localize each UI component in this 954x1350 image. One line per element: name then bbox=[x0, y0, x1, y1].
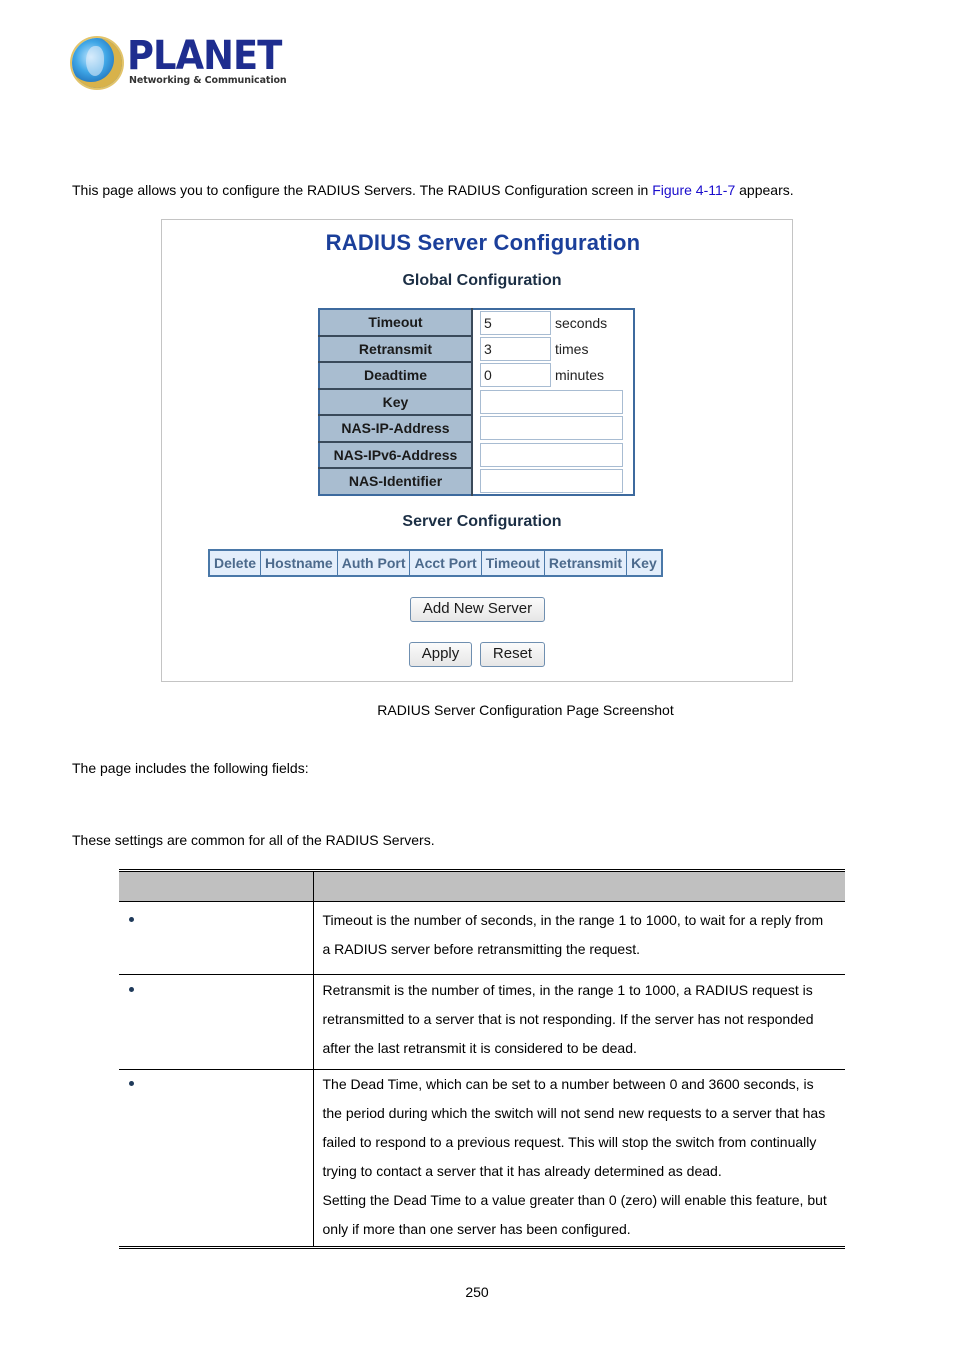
col-hostname: Hostname bbox=[260, 549, 338, 577]
timeout-unit: seconds bbox=[555, 314, 608, 331]
nas-ip-input[interactable] bbox=[480, 416, 623, 441]
intro-text-end: appears. bbox=[735, 182, 794, 198]
col-delete: Delete bbox=[208, 549, 262, 577]
figure-caption: RADIUS Server Configuration Page Screens… bbox=[377, 702, 674, 718]
header-description bbox=[312, 869, 845, 902]
nas-identifier-input[interactable] bbox=[480, 468, 623, 493]
retransmit-unit: times bbox=[555, 340, 589, 357]
global-row-key: Key bbox=[319, 387, 634, 416]
fields-intro: The page includes the following fields: bbox=[72, 760, 309, 776]
timeout-label: Timeout bbox=[319, 309, 473, 337]
global-config-table: Timeout seconds Retransmit times Deadtim… bbox=[318, 308, 635, 496]
bullet-icon bbox=[129, 1080, 134, 1086]
col-auth-port: Auth Port bbox=[336, 549, 411, 577]
nas-ipv6-label: NAS-IPv6-Address bbox=[319, 440, 473, 469]
key-label: Key bbox=[319, 387, 473, 416]
deadtime-input[interactable] bbox=[480, 363, 551, 388]
deadtime-label: Deadtime bbox=[319, 361, 473, 390]
retransmit-input[interactable] bbox=[480, 336, 551, 361]
radius-config-screenshot: RADIUS Server Configuration Global Confi… bbox=[161, 219, 793, 682]
field-table-header bbox=[119, 869, 845, 902]
bullet-icon bbox=[129, 916, 134, 922]
col-retransmit: Retransmit bbox=[543, 549, 628, 577]
server-table-header: Delete Hostname Auth Port Acct Port Time… bbox=[208, 549, 663, 577]
globe-icon bbox=[72, 38, 122, 88]
global-row-nas-ipv6: NAS-IPv6-Address bbox=[319, 440, 634, 469]
col-acct-port: Acct Port bbox=[409, 549, 482, 577]
global-row-nas-ip: NAS-IP-Address bbox=[319, 414, 634, 443]
field-description: Retransmit is the number of times, in th… bbox=[312, 974, 845, 1070]
key-input[interactable] bbox=[480, 389, 623, 414]
field-description: The Dead Time, which can be set to a num… bbox=[312, 1069, 845, 1249]
field-name-cell bbox=[119, 901, 313, 975]
field-description-table: Timeout is the number of seconds, in the… bbox=[119, 869, 845, 1249]
logo-tagline: Networking & Communication bbox=[129, 75, 287, 86]
col-timeout: Timeout bbox=[480, 549, 545, 577]
global-row-nas-identifier: NAS-Identifier bbox=[319, 467, 634, 495]
add-new-server-button[interactable]: Add New Server bbox=[410, 597, 545, 622]
timeout-input[interactable] bbox=[480, 310, 551, 335]
reset-button[interactable]: Reset bbox=[480, 642, 545, 667]
nas-ipv6-input[interactable] bbox=[480, 442, 623, 467]
global-config-heading: Global Configuration bbox=[402, 272, 562, 289]
server-config-table: Delete Hostname Auth Port Acct Port Time… bbox=[208, 549, 663, 577]
apply-button[interactable]: Apply bbox=[409, 642, 472, 667]
nas-identifier-label: NAS-Identifier bbox=[319, 467, 473, 495]
table-row: Timeout is the number of seconds, in the… bbox=[119, 901, 845, 975]
screenshot-title: RADIUS Server Configuration bbox=[325, 230, 641, 255]
bullet-icon bbox=[129, 986, 134, 992]
field-name-cell bbox=[119, 1069, 313, 1249]
deadtime-unit: minutes bbox=[555, 367, 605, 384]
page-number: 250 bbox=[465, 1284, 489, 1300]
field-description: Timeout is the number of seconds, in the… bbox=[312, 901, 845, 975]
nas-ip-label: NAS-IP-Address bbox=[319, 414, 473, 443]
retransmit-label: Retransmit bbox=[319, 334, 473, 363]
field-name-cell bbox=[119, 974, 313, 1070]
logo-brand: PLANET bbox=[127, 33, 282, 79]
global-row-timeout: Timeout seconds bbox=[319, 309, 634, 337]
figure-link[interactable]: Figure 4-11-7 bbox=[652, 182, 735, 198]
col-key: Key bbox=[626, 549, 663, 577]
header-object bbox=[119, 869, 313, 902]
intro-text: This page allows you to configure the RA… bbox=[72, 182, 653, 198]
global-row-deadtime: Deadtime minutes bbox=[319, 361, 634, 390]
global-row-retransmit: Retransmit times bbox=[319, 334, 634, 363]
intro-paragraph: This page allows you to configure the RA… bbox=[72, 181, 794, 199]
planet-logo: PLANET Networking & Communication bbox=[72, 34, 287, 92]
server-config-heading: Server Configuration bbox=[402, 513, 562, 530]
table-row: The Dead Time, which can be set to a num… bbox=[119, 1069, 845, 1249]
table-row: Retransmit is the number of times, in th… bbox=[119, 974, 845, 1070]
section-intro: These settings are common for all of the… bbox=[72, 832, 435, 848]
